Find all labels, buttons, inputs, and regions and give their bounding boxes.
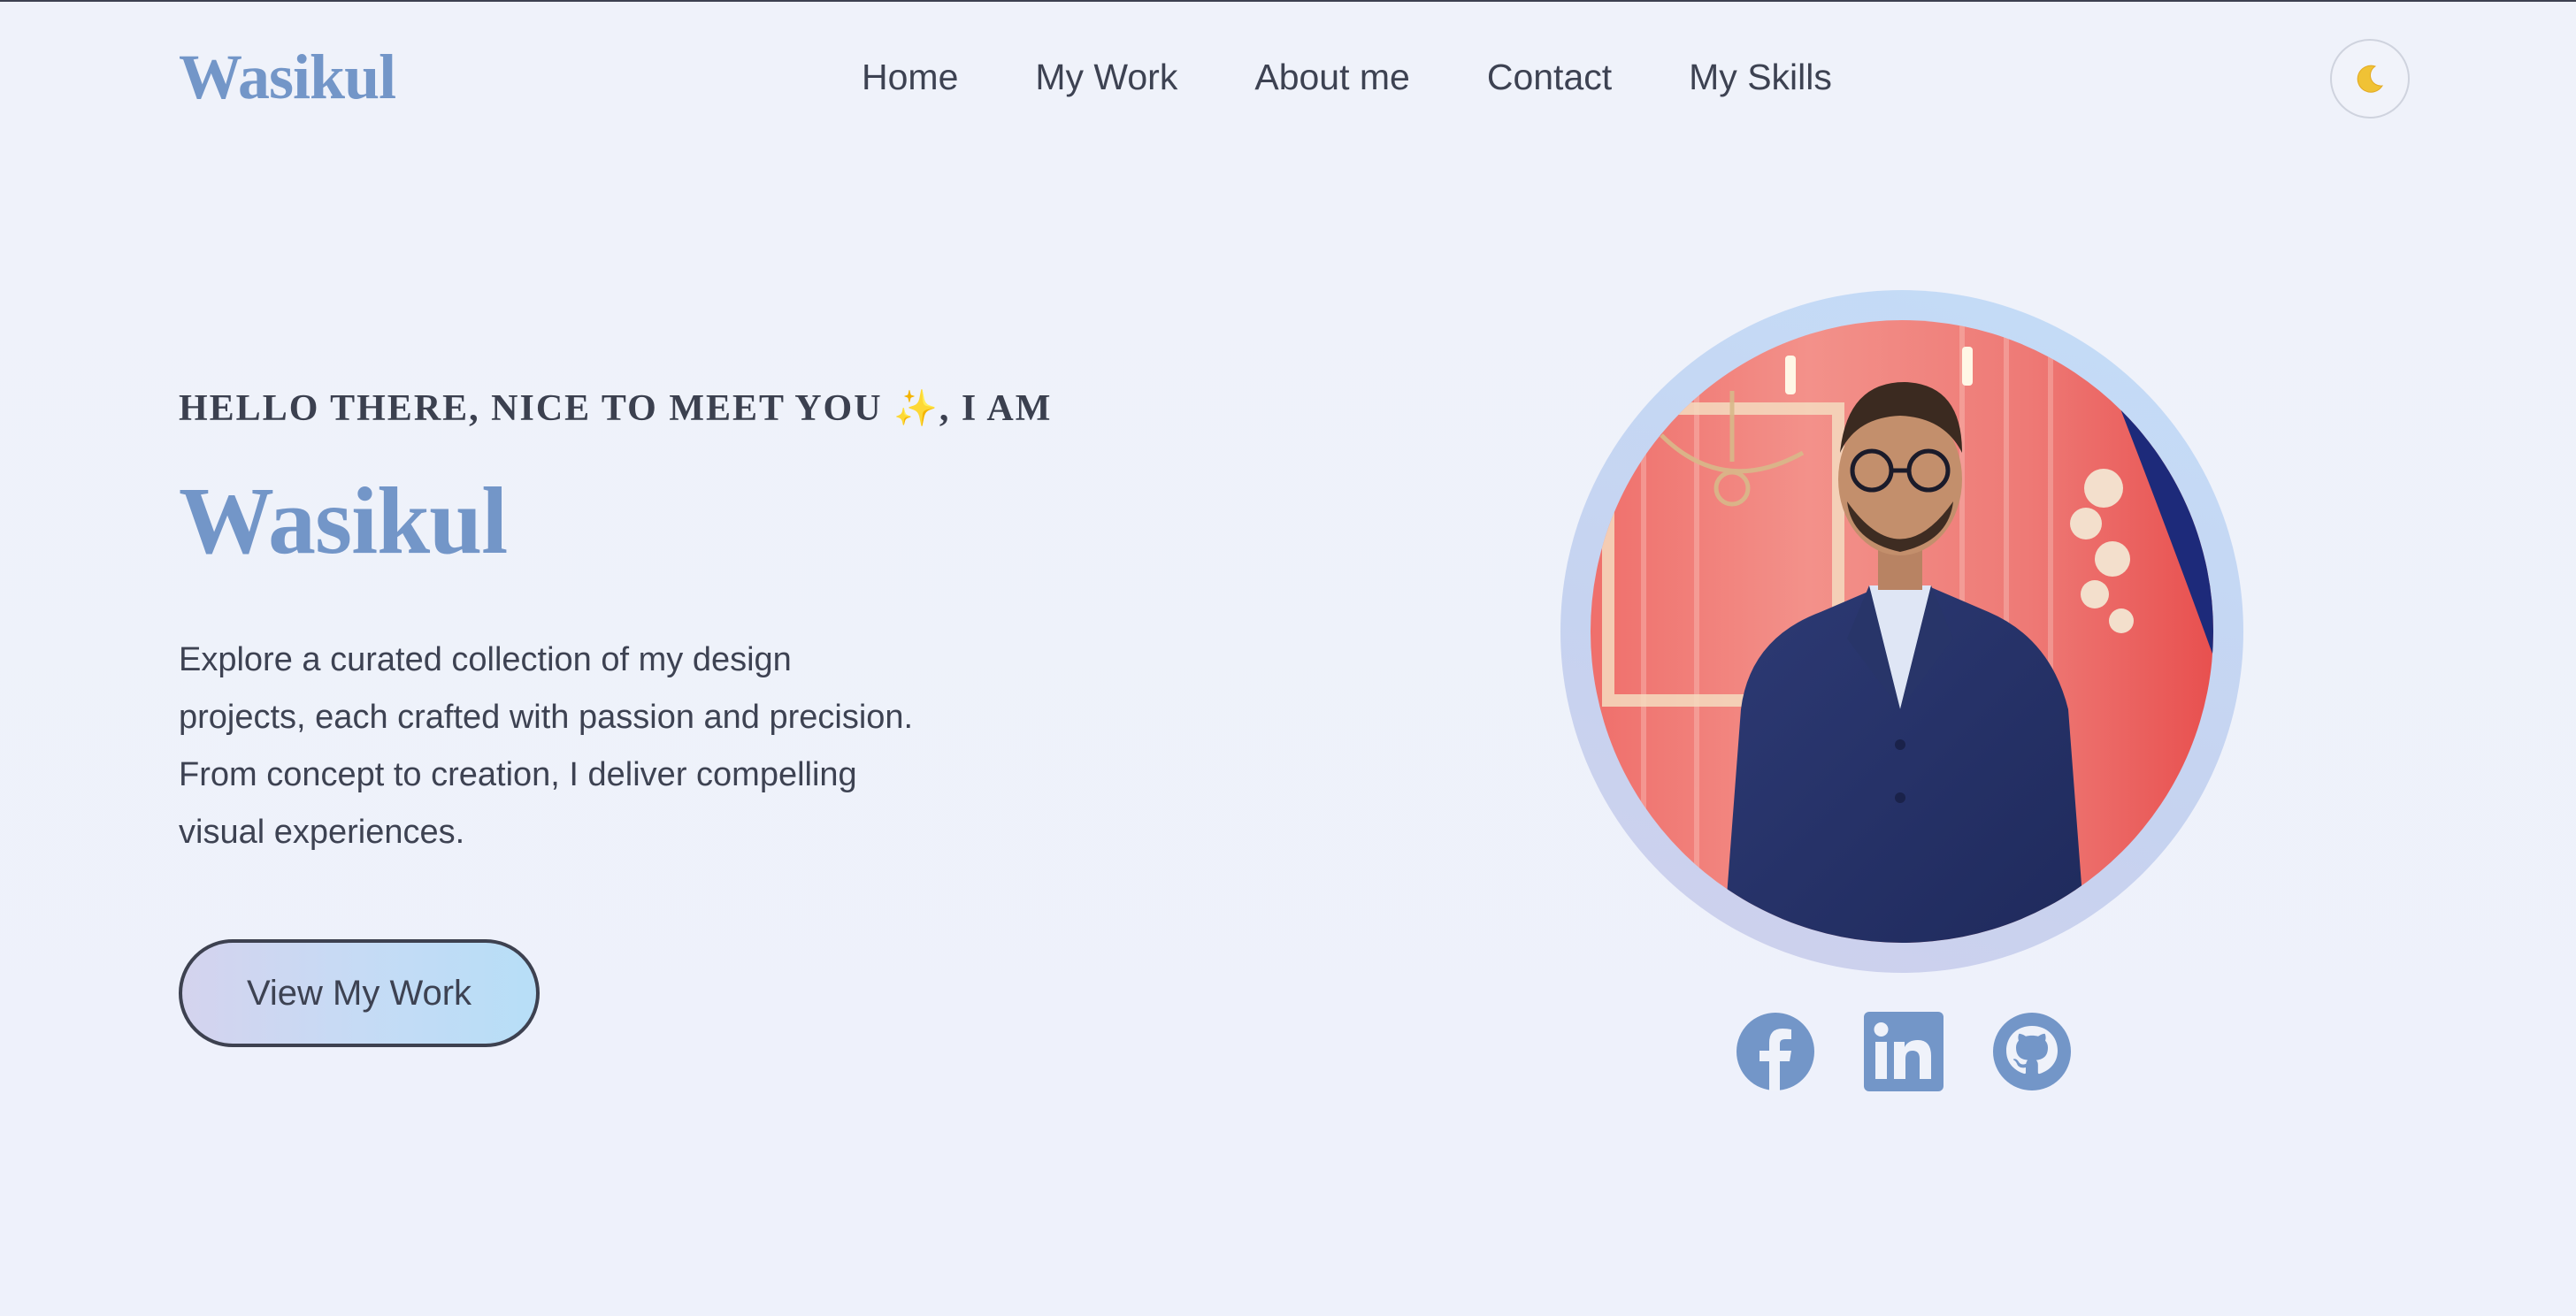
hero-description-line: projects, each crafted with passion and …: [179, 699, 914, 736]
profile-photo-illustration: [1591, 320, 2213, 943]
linkedin-icon[interactable]: [1864, 1012, 1944, 1091]
view-my-work-button[interactable]: View My Work: [179, 939, 540, 1047]
sparkles-icon: ✨: [893, 388, 939, 428]
moon-icon: [2357, 65, 2383, 93]
nav-link-home[interactable]: Home: [862, 51, 958, 103]
brand-logo[interactable]: Wasikul: [179, 37, 396, 117]
greeting-text: HELLO THERE, NICE TO MEET YOU: [179, 388, 894, 429]
hero-description-line: Explore a curated collection of my desig…: [179, 641, 792, 678]
nav-link-my-work[interactable]: My Work: [1035, 51, 1177, 103]
profile-photo: [1591, 320, 2213, 943]
social-links: [1736, 1012, 2072, 1091]
facebook-icon[interactable]: [1736, 1012, 1815, 1091]
github-icon[interactable]: [1992, 1012, 2072, 1091]
greeting-suffix: , I AM: [939, 388, 1053, 429]
hero-name: Wasikul: [179, 469, 508, 574]
theme-toggle-button[interactable]: [2330, 39, 2410, 119]
hero-description-line: From concept to creation, I deliver comp…: [179, 756, 857, 793]
hero-description: Explore a curated collection of my desig…: [179, 631, 975, 861]
nav-link-about-me[interactable]: About me: [1254, 51, 1410, 103]
hero-greeting: HELLO THERE, NICE TO MEET YOU ✨, I AM: [179, 382, 1052, 435]
navbar: Wasikul Home My Work About me Contact My…: [0, 0, 2576, 159]
hero-description-line: visual experiences.: [179, 814, 465, 851]
nav-links: Home My Work About me Contact My Skills: [862, 51, 1832, 103]
nav-link-contact[interactable]: Contact: [1487, 51, 1612, 103]
nav-link-my-skills[interactable]: My Skills: [1689, 51, 1832, 103]
